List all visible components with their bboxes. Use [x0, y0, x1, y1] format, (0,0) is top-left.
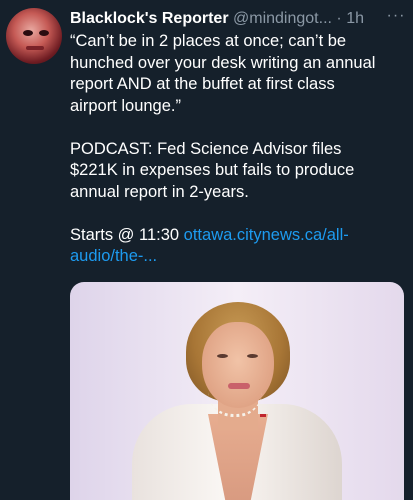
- tweet-text-line: airport lounge.”: [70, 96, 181, 115]
- eye-shape: [217, 354, 228, 358]
- tweet-text-line: $221K in expenses but fails to produce: [70, 161, 355, 179]
- tweet-text: “Can’t be in 2 places at once; can’t be …: [70, 31, 406, 268]
- more-options-icon[interactable]: ···: [383, 6, 409, 28]
- tweet-header: Blacklock's Reporter @mindingot... · 1h: [70, 8, 410, 30]
- tweet-link-line: Starts @ 11:30 ottawa.citynews.ca/all-: [70, 225, 406, 247]
- article-link-continued[interactable]: audio/the-...: [70, 247, 157, 265]
- avatar-mouth: [26, 46, 44, 50]
- article-link[interactable]: ottawa.citynews.ca/all-: [184, 226, 349, 244]
- separator-dot: ·: [336, 10, 342, 27]
- lips-shape: [228, 383, 250, 389]
- timestamp[interactable]: 1h: [346, 10, 364, 27]
- starts-text: Starts @ 11:30: [70, 225, 184, 244]
- avatar-eye: [39, 30, 49, 36]
- media-preview-image[interactable]: [70, 282, 404, 500]
- avatar-eye: [23, 30, 33, 36]
- tweet-card[interactable]: Blacklock's Reporter @mindingot... · 1h …: [0, 0, 413, 500]
- tweet-text-line: report AND at the buffet at first class: [70, 75, 335, 93]
- tweet-link-line: audio/the-...: [70, 246, 406, 268]
- tweet-text-line: hunched over your desk writing an annual: [70, 53, 376, 72]
- avatar[interactable]: [6, 8, 62, 64]
- lapel-pin: [260, 414, 266, 417]
- author-handle[interactable]: @mindingot...: [233, 10, 332, 27]
- tweet-text-line: “Can’t be in 2 places at once; can’t be: [70, 32, 347, 50]
- eye-shape: [247, 354, 258, 358]
- tweet-text-line: annual report in 2-years.: [70, 182, 249, 201]
- author-name[interactable]: Blacklock's Reporter: [70, 10, 229, 27]
- tweet-text-line: PODCAST: Fed Science Advisor files: [70, 139, 342, 158]
